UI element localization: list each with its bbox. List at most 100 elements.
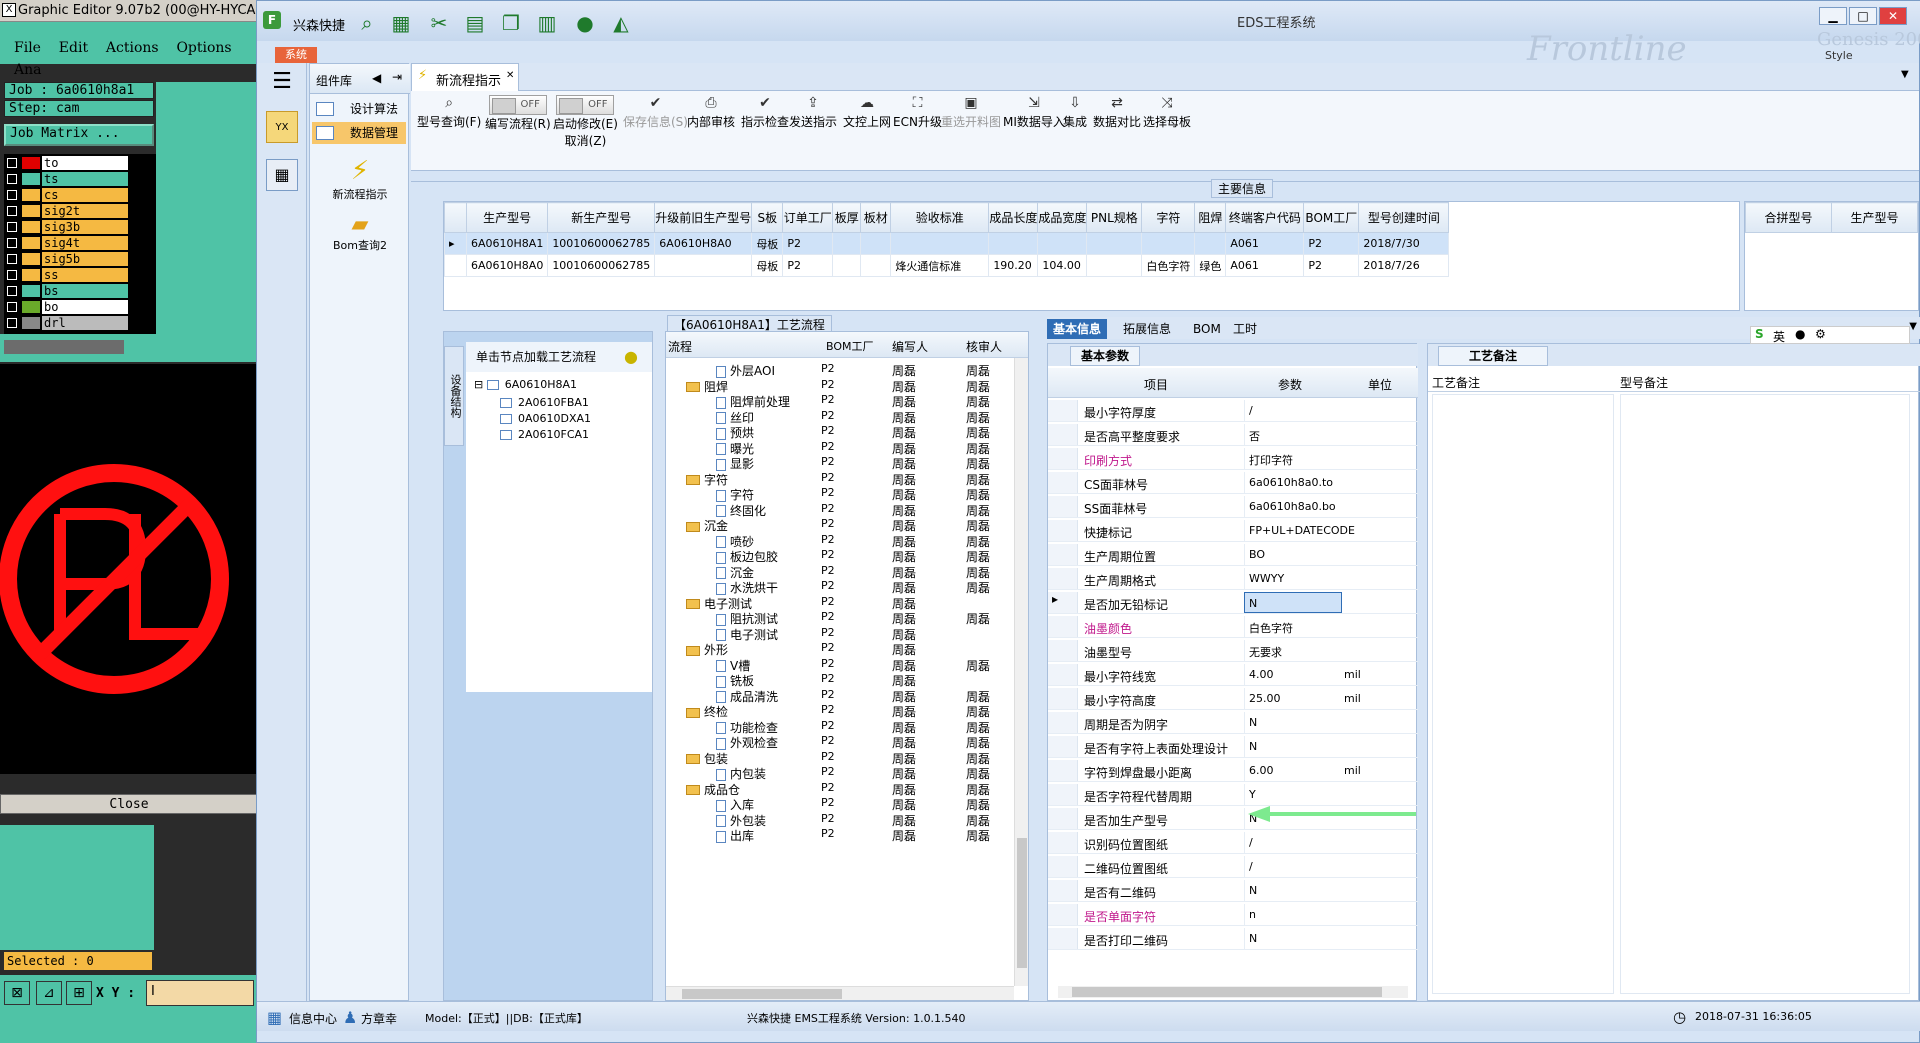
table-cell[interactable] <box>654 254 753 277</box>
search-icon[interactable]: ⌕ <box>353 11 381 35</box>
param-value-field[interactable]: FP+UL+DATECODE <box>1244 520 1355 541</box>
ge-tool-select-icon[interactable]: ⊠ <box>4 981 30 1005</box>
param-row[interactable]: 是否单面字符 n <box>1048 904 1418 926</box>
info-center-link[interactable]: 信息中心 <box>289 1010 337 1027</box>
table-cell[interactable] <box>1194 232 1227 255</box>
close-tab-icon[interactable]: ✕ <box>506 70 514 81</box>
ge-menu-analysis[interactable]: Ana <box>14 62 41 78</box>
column-header[interactable]: 板材 <box>860 202 892 233</box>
column-header[interactable]: 板厚 <box>832 202 862 233</box>
layer-checkbox[interactable] <box>7 318 17 328</box>
param-value-field[interactable]: 否 <box>1244 424 1342 445</box>
layer-row[interactable]: drl <box>4 316 156 330</box>
column-header[interactable]: 参数 <box>1278 376 1302 393</box>
params-horizontal-scrollbar[interactable] <box>1058 986 1408 998</box>
table-cell[interactable]: P2 <box>782 254 834 277</box>
param-row[interactable]: SS面菲林号 6a0610h8a0.bo <box>1048 496 1418 518</box>
toolbar-button-5[interactable]: ✔ 指示检查 <box>741 95 789 130</box>
column-header[interactable]: 单位 <box>1368 376 1392 393</box>
param-value-field[interactable]: WWYY <box>1244 568 1342 589</box>
param-value-field[interactable]: N <box>1244 928 1342 949</box>
param-row[interactable]: 最小字符线宽 4.00 mil <box>1048 664 1418 686</box>
style-menu[interactable]: Style <box>1825 49 1853 62</box>
layer-row[interactable]: bs <box>4 284 156 298</box>
scissors-icon[interactable]: ✂ <box>425 11 453 35</box>
system-menu-tab[interactable]: 系统 <box>275 47 317 63</box>
table-cell[interactable]: P2 <box>782 232 834 255</box>
new-flow-shortcut[interactable]: ⚡ 新流程指示 <box>310 156 410 202</box>
param-value-field[interactable]: 6a0610h8a0.bo <box>1244 496 1342 517</box>
tab-menu-icon[interactable]: ▼ <box>1901 69 1909 80</box>
table-cell[interactable]: 6A0610H8A0 <box>654 232 753 255</box>
combine-model-grid[interactable]: 合拼型号 生产型号 <box>1744 201 1919 311</box>
component-item-design[interactable]: 设计算法 <box>312 98 406 120</box>
layer-checkbox[interactable] <box>7 206 17 216</box>
table-cell[interactable] <box>1086 232 1143 255</box>
ge-menu-actions[interactable]: Actions <box>106 40 159 56</box>
column-header[interactable]: 新生产型号 <box>547 202 656 233</box>
layer-checkbox[interactable] <box>7 286 17 296</box>
table-cell[interactable]: 母板 <box>751 254 784 277</box>
column-header[interactable]: 流程 <box>668 338 692 355</box>
scroll-thumb[interactable] <box>682 989 842 999</box>
table-cell[interactable]: A061 <box>1225 254 1305 277</box>
user-icon[interactable]: ● <box>571 11 599 35</box>
table-cell[interactable] <box>1141 232 1196 255</box>
calculator-icon[interactable]: ▦ <box>387 11 415 35</box>
ime-punct-icon[interactable]: ● <box>1795 327 1805 341</box>
table-cell[interactable] <box>832 254 862 277</box>
toolbar-button-1[interactable]: OFF 编写流程(R) <box>485 95 551 132</box>
toolbar-button-2[interactable]: OFF 启动修改(E) 取消(Z) <box>553 95 618 149</box>
layer-row[interactable]: cs <box>4 188 156 202</box>
toolbar-button-4[interactable]: ⎙ 内部审核 <box>687 95 735 130</box>
ge-layer-scrollbar[interactable] <box>0 334 258 362</box>
param-value-field[interactable]: / <box>1244 856 1342 877</box>
layer-row[interactable]: sig2t <box>4 204 156 218</box>
table-cell[interactable]: P2 <box>1303 254 1360 277</box>
ime-mode[interactable]: 英 <box>1773 328 1785 345</box>
param-row[interactable]: 周期是否为阴字 N <box>1048 712 1418 734</box>
column-header[interactable]: 生产型号 <box>465 202 549 233</box>
ge-menu-edit[interactable]: Edit <box>59 40 88 56</box>
tab-new-flow[interactable]: ⚡ 新流程指示 ✕ <box>411 63 519 91</box>
table-cell[interactable] <box>860 232 892 255</box>
ge-xy-input[interactable]: I <box>146 980 254 1006</box>
param-row[interactable]: 是否高平整度要求 否 <box>1048 424 1418 446</box>
column-header[interactable]: PNL规格 <box>1086 202 1143 233</box>
layer-row[interactable]: sig3b <box>4 220 156 234</box>
param-row[interactable]: 二维码位置图纸 / <box>1048 856 1418 878</box>
table-row[interactable]: 6A0610H8A0 10010600062785 母板 P2 烽火通信标准 190.20… <box>444 254 1450 277</box>
side-tab-structure[interactable]: 设备结构 <box>444 346 464 446</box>
table-row[interactable]: ▸ 6A0610H8A1 10010600062785 6A0610H8A0 母板 P2 A… <box>444 232 1450 255</box>
param-value-field[interactable]: 6.00 <box>1244 760 1342 781</box>
param-row[interactable]: 油墨型号 无要求 <box>1048 640 1418 662</box>
column-header[interactable]: 阻焊 <box>1194 202 1227 233</box>
job-matrix-button[interactable]: Job Matrix ... <box>4 124 154 146</box>
column-header[interactable]: 成品宽度 <box>1037 202 1088 233</box>
layer-checkbox[interactable] <box>7 222 17 232</box>
grid-icon[interactable]: ▤ <box>461 11 489 35</box>
layer-checkbox[interactable] <box>7 158 17 168</box>
table-cell[interactable] <box>832 232 862 255</box>
pin-icon[interactable]: ⇥ <box>392 70 402 84</box>
table-cell[interactable]: 190.20 <box>988 254 1039 277</box>
column-header[interactable]: BOM工厂 <box>1303 202 1360 233</box>
layer-checkbox[interactable] <box>7 302 17 312</box>
tab-extended-info[interactable]: 拓展信息 <box>1117 319 1177 339</box>
table-icon[interactable]: ▥ <box>533 11 561 35</box>
layer-checkbox[interactable] <box>7 174 17 184</box>
toolbar-button-7[interactable]: ☁ 文控上网 <box>843 95 891 130</box>
ge-menu-file[interactable]: File <box>14 40 41 56</box>
column-header[interactable]: 核审人 <box>966 338 1002 355</box>
param-value-field[interactable]: 6a0610h8a0.to <box>1244 472 1342 493</box>
layer-row[interactable]: sig4t <box>4 236 156 250</box>
ge-graphic-canvas[interactable] <box>0 364 258 774</box>
table-cell[interactable]: 烽火通信标准 <box>890 254 990 277</box>
param-row[interactable]: 生产周期格式 WWYY <box>1048 568 1418 590</box>
param-value-field[interactable]: 4.00 <box>1244 664 1342 685</box>
ime-toolbar[interactable]: S 英 ● ⚙ <box>1750 326 1910 344</box>
toolbar-button-0[interactable]: ⌕ 型号查询(F) <box>417 95 481 130</box>
layer-row[interactable]: sig5b <box>4 252 156 266</box>
param-row[interactable]: 印刷方式 打印字符 <box>1048 448 1418 470</box>
toolbar-button-11[interactable]: ⇩ 集成 <box>1063 95 1087 130</box>
